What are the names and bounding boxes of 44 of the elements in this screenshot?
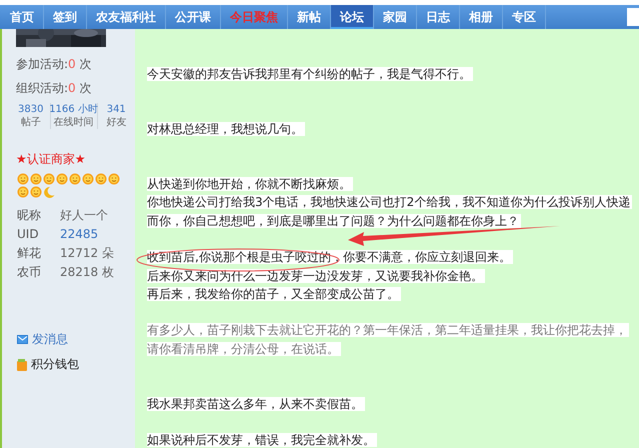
post-text: 如果说种后不发芽，错误，我完全就补发。 xyxy=(147,433,377,448)
profile-value[interactable]: 22485 xyxy=(60,227,135,241)
profile-label: 昵称 xyxy=(17,208,42,222)
post-text: 请你看清吊牌，分清公母，在说话。 xyxy=(147,342,341,356)
sun-icon xyxy=(95,173,107,185)
profile-label: UID xyxy=(17,227,40,241)
profile-value: 12712 朵 xyxy=(60,246,115,260)
profile-label: 农币 xyxy=(17,265,42,279)
post-text: 再后来，我发给你的苗子，又全部变成公苗了。 xyxy=(147,286,401,301)
sun-icon xyxy=(30,186,42,198)
sun-icon xyxy=(69,173,81,185)
sun-icon xyxy=(17,173,29,185)
sun-icon xyxy=(43,173,55,185)
post-text: 今天安徽的邦友告诉我邦里有个纠纷的帖子，我是气得不行。 xyxy=(147,67,473,82)
stat-label: 好友 xyxy=(106,116,126,129)
profile-value: 好人一个 xyxy=(60,208,109,222)
activity-count: 组织活动:0 次 xyxy=(15,81,93,95)
post-text: 你地快递公司打给我3个电话，我地快速公司也打2个给我，我不知道你为什么投诉别人快递 xyxy=(147,195,632,210)
sidebar-link[interactable]: 发消息 xyxy=(32,331,68,348)
moon-icon xyxy=(43,186,55,198)
profile-label: 鲜花 xyxy=(17,246,42,260)
certified-label: ★认证商家★ xyxy=(15,151,87,168)
stat-value[interactable]: 3830 xyxy=(18,103,44,116)
stat-label: 帖子 xyxy=(20,116,41,129)
sun-icon xyxy=(30,173,42,185)
post-text: 对林思总经理，我想说几句。 xyxy=(147,122,305,136)
search-field[interactable] xyxy=(627,8,639,26)
profile-value: 28218 枚 xyxy=(60,265,115,279)
stat-label: 在线时间 xyxy=(54,116,94,129)
sidebar-link[interactable]: 积分钱包 xyxy=(31,356,79,373)
sun-icon xyxy=(17,186,29,198)
stat-value[interactable]: 1166 小时 xyxy=(49,103,98,116)
post-text: 有多少人，苗子刚栽下去就让它开花的？第一年保活，第二年适量挂果，我让你把花去掉， xyxy=(147,323,629,338)
sun-icon xyxy=(108,173,120,185)
wallet-icon xyxy=(17,358,27,370)
sun-icon xyxy=(56,173,68,185)
nav-tab[interactable]: 论坛 xyxy=(331,5,374,29)
sun-icon xyxy=(82,173,94,185)
post-text: 而你，你自己想想吧，到底是哪里出了问题？为什么问题都在你身上？ xyxy=(147,214,521,228)
post-text: 我水果邦卖苗这么多年，从来不卖假苗。 xyxy=(147,396,365,411)
post-text: 从快递到你地开始，你就不断找麻烦。 xyxy=(147,177,353,192)
stat-value[interactable]: 341 xyxy=(106,103,126,116)
envelope-icon xyxy=(17,335,28,344)
activity-count: 参加活动:0 次 xyxy=(15,57,93,71)
